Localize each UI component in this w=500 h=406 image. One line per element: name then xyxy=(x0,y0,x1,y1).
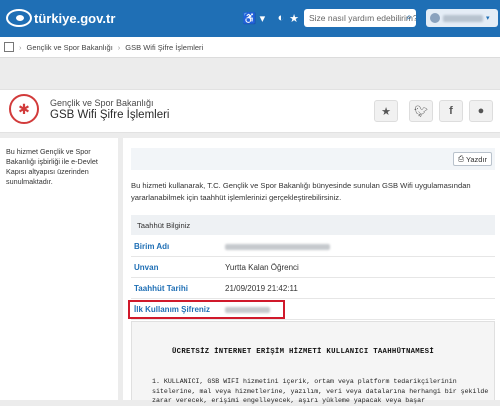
password-highlight-box xyxy=(128,300,285,319)
user-menu-button[interactable]: ▾ xyxy=(426,9,498,27)
ministry-name[interactable]: Gençlik ve Spor Bakanlığı xyxy=(50,98,154,108)
service-title: GSB Wifi Şifre İşlemleri xyxy=(50,109,170,121)
accessibility-menu-button[interactable]: ♿ ▾ xyxy=(239,9,269,27)
row-label: Taahhüt Tarihi xyxy=(134,284,188,293)
search-input[interactable]: Size nasıl yardım edebilirim? ⌕ xyxy=(304,9,416,27)
twitter-icon: 🐦︎ xyxy=(414,105,428,118)
chat-bubble-icon: ● xyxy=(477,105,485,117)
print-button[interactable]: ⎙ Yazdır xyxy=(453,152,492,166)
row-value: Yurtta Kalan Öğrenci xyxy=(225,263,299,272)
table-row: Birim Adı xyxy=(131,237,495,257)
facebook-icon: f xyxy=(449,105,453,117)
agreement-title: ÜCRETSİZ İNTERNET ERİŞİM HİZMETİ KULLANI… xyxy=(172,348,435,356)
row-label: Unvan xyxy=(134,263,159,272)
row-value-redacted xyxy=(225,242,330,251)
ministry-logo: ✱ xyxy=(9,94,39,124)
table-row: Unvan Yurtta Kalan Öğrenci xyxy=(131,258,495,278)
table-row: Taahhüt Tarihi 21/09/2019 21:42:11 xyxy=(131,279,495,299)
facebook-share-button[interactable]: f xyxy=(439,100,463,122)
sidebar-provider-note: Bu hizmet Gençlik ve Spor Bakanlığı işbi… xyxy=(6,147,98,186)
breadcrumb: › Gençlik ve Spor Bakanlığı › GSB Wifi Ş… xyxy=(0,37,500,58)
service-description: Bu hizmeti kullanarak, T.C. Gençlik ve S… xyxy=(131,181,471,202)
ministry-emblem-icon: ✱ xyxy=(18,101,30,117)
feedback-button[interactable]: ● xyxy=(469,100,493,122)
user-name-redacted xyxy=(443,14,483,22)
twitter-share-button[interactable]: 🐦︎ xyxy=(409,100,433,122)
favorites-star-icon[interactable]: ★ xyxy=(287,9,301,27)
printer-icon: ⎙ xyxy=(457,154,464,163)
favorite-star-button[interactable]: ★ xyxy=(374,100,398,122)
search-icon[interactable]: ⌕ xyxy=(406,12,412,23)
toolbar xyxy=(131,148,495,170)
agreement-text: 1. KULLANICI, GSB WİFİ hizmetini içerik,… xyxy=(152,378,489,404)
search-placeholder: Size nasıl yardım edebilirim? xyxy=(309,13,416,23)
print-button-label: Yazdır xyxy=(465,154,488,164)
logo-text: türkiye.gov.tr xyxy=(34,10,116,26)
breadcrumb-item-service[interactable]: GSB Wifi Şifre İşlemleri xyxy=(125,43,203,52)
breadcrumb-separator: › xyxy=(117,42,121,52)
breadcrumb-item-ministry[interactable]: Gençlik ve Spor Bakanlığı xyxy=(27,43,113,52)
e-devlet-logo-icon xyxy=(6,9,32,27)
user-avatar-icon xyxy=(430,13,440,23)
breadcrumb-separator: › xyxy=(19,42,22,52)
contrast-icon[interactable]: ◐ xyxy=(274,9,288,27)
turkiye-gov-logo[interactable]: türkiye.gov.tr xyxy=(6,6,115,30)
row-label: Birim Adı xyxy=(134,242,170,251)
section-title: Taahhüt Bilginiz xyxy=(131,215,495,235)
chevron-down-icon: ▾ xyxy=(486,15,490,22)
home-icon[interactable] xyxy=(4,42,14,52)
row-value: 21/09/2019 21:42:11 xyxy=(225,284,298,293)
